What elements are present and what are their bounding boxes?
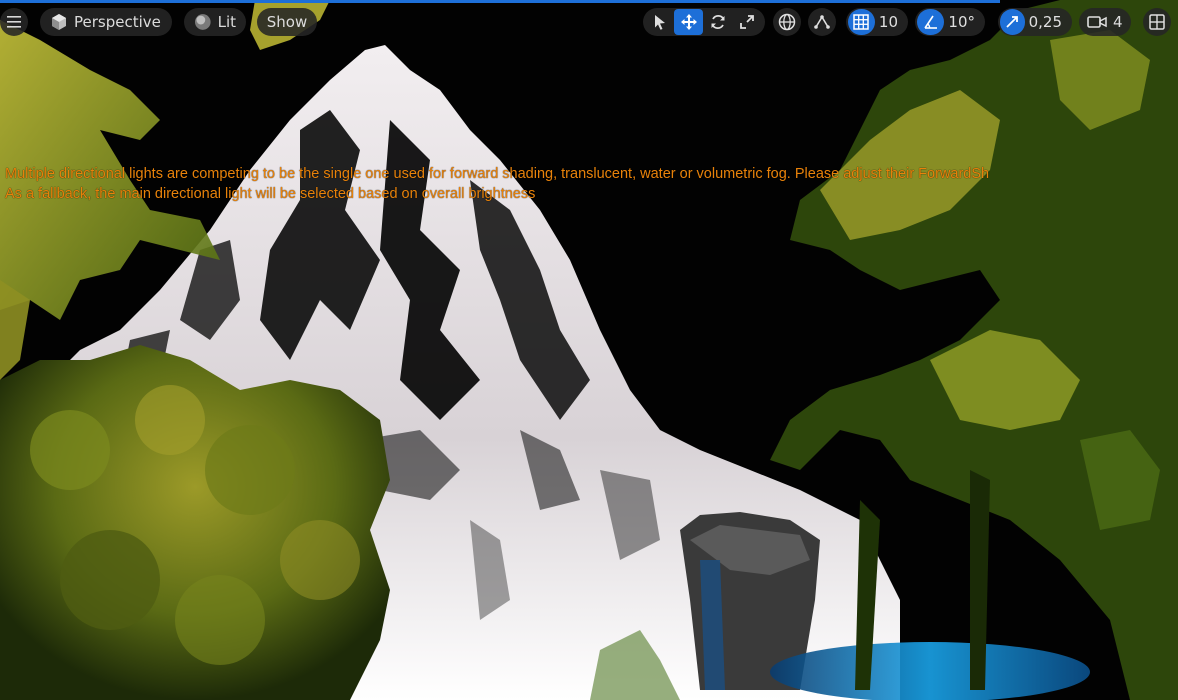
- view-mode-button[interactable]: Lit: [184, 8, 246, 36]
- transform-tools-group: [643, 8, 765, 36]
- move-icon: [680, 14, 697, 30]
- surface-snapping-button[interactable]: [808, 8, 836, 36]
- select-arrow-icon: [654, 15, 665, 30]
- viewport-active-indicator: [0, 0, 1000, 3]
- perspective-button[interactable]: Perspective: [40, 8, 172, 36]
- translate-mode-button[interactable]: [674, 9, 703, 35]
- scale-snap-toggle[interactable]: [1000, 9, 1025, 35]
- scale-icon: [739, 15, 754, 29]
- warning-line-1: Multiple directional lights are competin…: [5, 166, 990, 182]
- scale-snap-group[interactable]: 0,25: [998, 8, 1072, 36]
- camera-speed-value: 4: [1113, 13, 1123, 31]
- grid-snap-value[interactable]: 10: [875, 13, 906, 31]
- directional-light-warning: Multiple directional lights are competin…: [5, 164, 989, 204]
- show-label: Show: [266, 13, 308, 31]
- angle-icon: [924, 15, 937, 29]
- perspective-label: Perspective: [74, 13, 161, 31]
- rotation-snap-value[interactable]: 10°: [944, 13, 983, 31]
- surface-snap-icon: [814, 15, 830, 29]
- view-mode-label: Lit: [217, 13, 236, 31]
- grid-snap-group[interactable]: 10: [846, 8, 908, 36]
- viewport-layout-icon: [1149, 14, 1165, 30]
- hamburger-icon: [7, 16, 21, 28]
- cube-icon: [52, 14, 66, 30]
- scene-render[interactable]: [0, 0, 1178, 700]
- water-pool: [770, 642, 1090, 700]
- sphere-icon: [194, 14, 211, 30]
- rotation-snap-toggle[interactable]: [917, 9, 945, 35]
- grid-snap-toggle[interactable]: [848, 9, 875, 35]
- camera-speed-button[interactable]: 4: [1079, 8, 1131, 36]
- viewport-options-button[interactable]: [0, 8, 28, 36]
- camera-icon: [1087, 16, 1107, 28]
- show-flags-button[interactable]: Show: [257, 8, 317, 36]
- left-bush: [0, 345, 390, 700]
- select-mode-button[interactable]: [645, 9, 674, 35]
- scale-mode-button[interactable]: [732, 9, 761, 35]
- warning-line-2: As a fallback, the main directional ligh…: [5, 186, 536, 202]
- level-viewport[interactable]: Perspective Lit Show 10 10° 0,25 4 Multi…: [0, 0, 1178, 700]
- viewport-layout-button[interactable]: [1143, 8, 1171, 36]
- rotate-mode-button[interactable]: [703, 9, 732, 35]
- globe-icon: [778, 13, 796, 31]
- rotation-snap-group[interactable]: 10°: [915, 8, 985, 36]
- rotate-icon: [711, 15, 724, 29]
- coordinate-system-button[interactable]: [773, 8, 801, 36]
- grid-icon: [853, 14, 870, 30]
- scale-snap-icon: [1006, 16, 1019, 28]
- scale-snap-value[interactable]: 0,25: [1025, 13, 1070, 31]
